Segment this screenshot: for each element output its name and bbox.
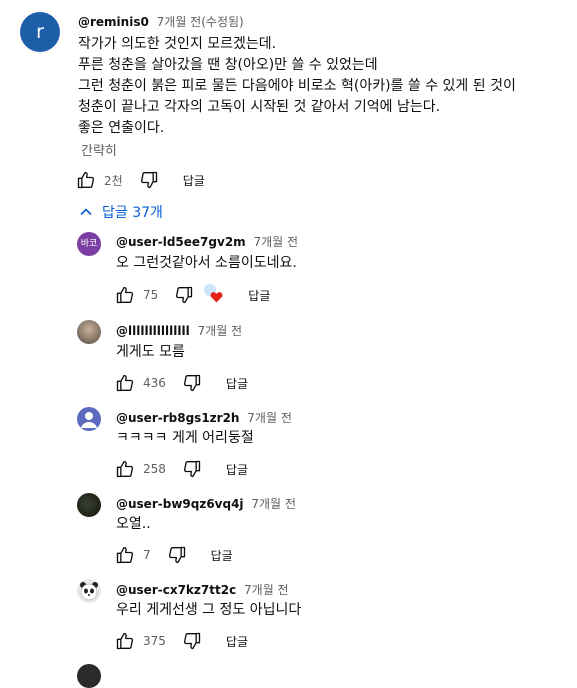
reply-actions: 436 답글 bbox=[113, 371, 248, 395]
reply-header: @user-bw9qz6vq4j 7개월 전 bbox=[116, 495, 296, 512]
thumb-down-icon bbox=[168, 546, 185, 564]
dislike-button[interactable] bbox=[165, 543, 189, 567]
reply-header: @user-ld5ee7gv2m 7개월 전 bbox=[116, 233, 298, 250]
comment-line: 푸른 청춘을 살아갔을 땐 창(아오)만 쓸 수 있었는데 bbox=[78, 57, 378, 73]
reply-time[interactable]: 7개월 전 bbox=[251, 497, 296, 511]
comment-line: 청춘이 끝나고 각자의 고독이 시작된 것 같아서 기억에 남는다. bbox=[78, 99, 441, 115]
comment-line: 좋은 연출이다. bbox=[78, 120, 165, 136]
reply-actions: 7 답글 bbox=[113, 543, 233, 567]
reply-button[interactable]: 답글 bbox=[226, 633, 248, 650]
dislike-button[interactable] bbox=[172, 283, 196, 307]
like-button[interactable] bbox=[113, 283, 137, 307]
comment-header: @reminis0 7개월 전(수정됨) bbox=[78, 13, 244, 30]
like-count: 436 bbox=[143, 376, 166, 390]
thumb-down-icon bbox=[176, 286, 193, 304]
like-count: 2천 bbox=[104, 173, 123, 188]
thumb-up-icon bbox=[116, 546, 134, 564]
author-handle[interactable]: @user-bw9qz6vq4j bbox=[116, 497, 244, 511]
reply-avatar[interactable] bbox=[77, 493, 101, 517]
author-handle[interactable]: @user-ld5ee7gv2m bbox=[116, 235, 246, 249]
avatar[interactable]: r bbox=[20, 12, 60, 52]
panda-icon bbox=[80, 582, 98, 601]
thumb-down-icon bbox=[183, 460, 201, 478]
heart-icon bbox=[210, 292, 223, 303]
author-handle[interactable]: @user-cx7kz7tt2c bbox=[116, 583, 236, 597]
person-icon bbox=[81, 412, 97, 428]
avatar-letter: r bbox=[36, 21, 44, 43]
reply-header: @lllllllllllllll 7개월 전 bbox=[116, 322, 242, 339]
dislike-button[interactable] bbox=[137, 168, 161, 192]
reply-avatar[interactable] bbox=[77, 320, 101, 344]
like-count: 258 bbox=[143, 462, 166, 476]
dislike-button[interactable] bbox=[180, 629, 204, 653]
like-button[interactable] bbox=[74, 168, 98, 192]
thumb-down-icon bbox=[183, 632, 201, 650]
reply-time[interactable]: 7개월 전 bbox=[244, 583, 289, 597]
like-count: 75 bbox=[143, 288, 159, 302]
reply-button[interactable]: 답글 bbox=[183, 172, 205, 189]
reply-text: 게게도 모름 bbox=[116, 344, 185, 360]
reply-header: @user-cx7kz7tt2c 7개월 전 bbox=[116, 581, 289, 598]
author-handle[interactable]: @lllllllllllllll bbox=[116, 324, 190, 338]
reply-avatar[interactable] bbox=[77, 579, 101, 603]
reply-button[interactable]: 답글 bbox=[211, 547, 233, 564]
reply-text: 오열.. bbox=[116, 516, 151, 532]
reply-avatar[interactable] bbox=[77, 664, 101, 688]
reply-text: ㅋㅋㅋㅋ 게게 어리둥절 bbox=[116, 430, 254, 446]
reply-actions: 375 답글 bbox=[113, 629, 248, 653]
author-handle[interactable]: @user-rb8gs1zr2h bbox=[116, 411, 239, 425]
thumb-up-icon bbox=[116, 286, 134, 304]
read-less-button[interactable]: 간략히 bbox=[81, 140, 117, 159]
like-button[interactable] bbox=[113, 457, 137, 481]
dislike-button[interactable] bbox=[180, 457, 204, 481]
comment-actions: 2천 답글 bbox=[74, 168, 205, 192]
reply-time[interactable]: 7개월 전 bbox=[247, 411, 292, 425]
creator-heart bbox=[204, 284, 226, 306]
comment-line: 그런 청춘이 붉은 피로 물든 다음에야 비로소 혁(아카)를 쓸 수 있게 된… bbox=[78, 78, 516, 94]
like-button[interactable] bbox=[113, 543, 137, 567]
comment-body: 작가가 의도한 것인지 모르겠는데. 푸른 청춘을 살아갔을 땐 창(아오)만 … bbox=[78, 34, 516, 139]
reply-header: @user-rb8gs1zr2h 7개월 전 bbox=[116, 409, 292, 426]
chevron-up-icon bbox=[80, 208, 92, 216]
replies-toggle-button[interactable]: 답글 37개 bbox=[78, 202, 163, 222]
like-button[interactable] bbox=[113, 629, 137, 653]
comment-line: 작가가 의도한 것인지 모르겠는데. bbox=[78, 36, 277, 52]
reply-time[interactable]: 7개월 전 bbox=[254, 235, 299, 249]
dislike-button[interactable] bbox=[180, 371, 204, 395]
thumb-down-icon bbox=[183, 374, 201, 392]
thumb-up-icon bbox=[116, 632, 134, 650]
reply-text: 오 그런것같아서 소름이도네요. bbox=[116, 255, 297, 271]
replies-toggle-label: 답글 37개 bbox=[102, 205, 163, 221]
like-count: 375 bbox=[143, 634, 166, 648]
reply-button[interactable]: 답글 bbox=[248, 287, 270, 304]
thumb-down-icon bbox=[140, 171, 157, 189]
reply-time[interactable]: 7개월 전 bbox=[198, 324, 243, 338]
reply-avatar[interactable] bbox=[77, 407, 101, 431]
reply-actions: 75 답글 bbox=[113, 283, 270, 307]
reply-avatar[interactable]: 바코 bbox=[77, 232, 101, 256]
like-button[interactable] bbox=[113, 371, 137, 395]
reply-actions: 258 답글 bbox=[113, 457, 248, 481]
avatar-text: 바코 bbox=[80, 239, 98, 249]
reply-button[interactable]: 답글 bbox=[226, 461, 248, 478]
thumb-up-icon bbox=[116, 460, 134, 478]
author-handle[interactable]: @reminis0 bbox=[78, 15, 149, 29]
reply-text: 우리 게게선생 그 정도 아닙니다 bbox=[116, 602, 302, 618]
reply-button[interactable]: 답글 bbox=[226, 375, 248, 392]
like-count: 7 bbox=[143, 548, 151, 562]
comment-time[interactable]: 7개월 전(수정됨) bbox=[157, 15, 244, 29]
thumb-up-icon bbox=[77, 171, 95, 189]
thumb-up-icon bbox=[116, 374, 134, 392]
